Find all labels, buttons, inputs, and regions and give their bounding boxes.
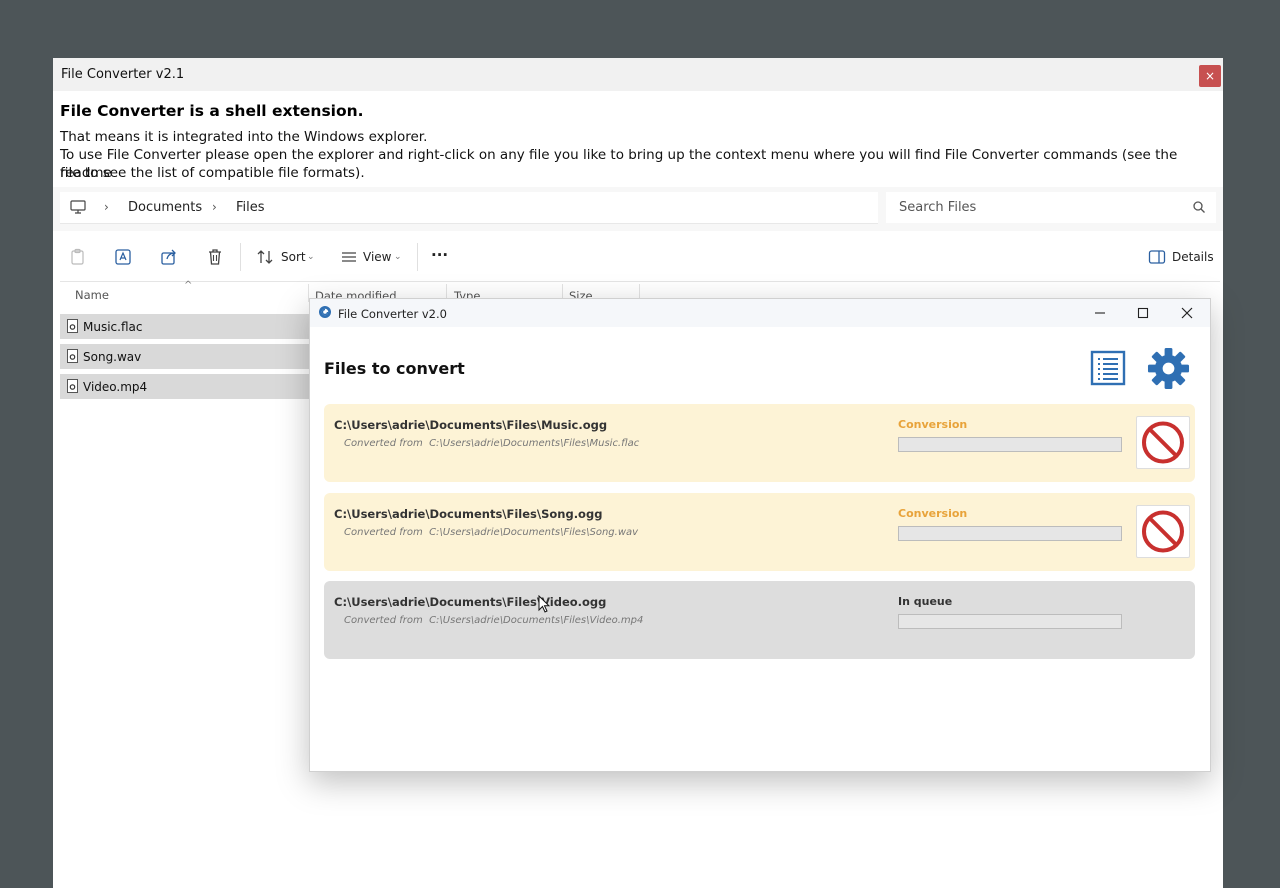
explorer-toolbar: Sort ⌄ View ⌄ ··· Details bbox=[60, 233, 1220, 282]
audio-file-icon bbox=[67, 319, 78, 333]
job-progress-bar bbox=[898, 437, 1122, 452]
cancel-conversion-button[interactable] bbox=[1136, 505, 1190, 558]
details-button[interactable]: Details bbox=[1172, 250, 1214, 264]
file-row[interactable]: Video.mp4 bbox=[60, 374, 320, 399]
details-pane-icon[interactable] bbox=[1148, 248, 1166, 266]
job-output-path: C:\Users\adrie\Documents\Files\Music.ogg bbox=[334, 418, 608, 432]
file-name: Music.flac bbox=[83, 320, 143, 334]
column-header-name[interactable]: Name bbox=[75, 288, 109, 302]
more-options-button[interactable]: ··· bbox=[431, 246, 448, 264]
main-window-title: File Converter v2.1 bbox=[61, 67, 185, 82]
job-source: Converted from C:\Users\adrie\Documents\… bbox=[344, 438, 639, 449]
file-name: Song.wav bbox=[83, 350, 142, 364]
job-progress-bar bbox=[898, 526, 1122, 541]
sort-icon[interactable] bbox=[255, 247, 275, 267]
job-output-path: C:\Users\adrie\Documents\Files\Song.ogg bbox=[334, 507, 603, 521]
conversion-list-icon[interactable] bbox=[1090, 350, 1126, 386]
audio-file-icon bbox=[67, 349, 78, 363]
intro-line-3: file to see the list of compatible file … bbox=[60, 165, 365, 181]
cancel-prohibited-icon bbox=[1142, 510, 1184, 553]
job-progress-bar bbox=[898, 614, 1122, 629]
maximize-icon[interactable] bbox=[1133, 303, 1153, 323]
cancel-prohibited-icon bbox=[1142, 421, 1184, 464]
share-icon[interactable] bbox=[159, 247, 179, 267]
job-source-path: C:\Users\adrie\Documents\Files\Music.fla… bbox=[429, 438, 640, 449]
breadcrumb-chevron-icon: › bbox=[212, 200, 217, 214]
job-source-label: Converted from bbox=[344, 438, 423, 449]
toolbar-separator bbox=[417, 243, 418, 271]
file-converter-logo-icon bbox=[319, 306, 331, 318]
breadcrumb-chevron-icon: › bbox=[104, 200, 109, 214]
conversion-job: C:\Users\adrie\Documents\Files\Music.ogg… bbox=[324, 404, 1195, 482]
video-file-icon bbox=[67, 379, 78, 393]
toolbar-separator bbox=[240, 243, 241, 271]
job-output-path: C:\Users\adrie\Documents\Files\Video.ogg bbox=[334, 595, 607, 609]
close-icon[interactable] bbox=[1177, 303, 1197, 323]
search-icon bbox=[1193, 201, 1205, 213]
intro-line-1: That means it is integrated into the Win… bbox=[60, 129, 428, 145]
sort-button[interactable]: Sort bbox=[281, 250, 306, 264]
intro-heading: File Converter is a shell extension. bbox=[60, 102, 364, 120]
breadcrumb-documents[interactable]: Documents bbox=[128, 200, 202, 215]
job-source-path: C:\Users\adrie\Documents\Files\Song.wav bbox=[429, 527, 639, 538]
file-name: Video.mp4 bbox=[83, 380, 148, 394]
cancel-conversion-button[interactable] bbox=[1136, 416, 1190, 469]
files-to-convert-heading: Files to convert bbox=[324, 359, 465, 378]
job-source-label: Converted from bbox=[344, 615, 423, 626]
job-status: In queue bbox=[898, 595, 953, 608]
job-source: Converted from C:\Users\adrie\Documents\… bbox=[344, 615, 643, 626]
this-pc-icon bbox=[70, 200, 86, 214]
conversion-job: C:\Users\adrie\Documents\Files\Video.ogg… bbox=[324, 581, 1195, 659]
progress-window-titlebar: File Converter v2.0 bbox=[310, 299, 1210, 327]
file-row[interactable]: Music.flac bbox=[60, 314, 320, 339]
view-icon[interactable] bbox=[339, 247, 359, 267]
rename-icon[interactable] bbox=[113, 247, 133, 267]
job-status: Conversion bbox=[898, 418, 968, 431]
job-source-path: C:\Users\adrie\Documents\Files\Video.mp4 bbox=[429, 615, 644, 626]
sort-ascending-icon: ^ bbox=[184, 280, 193, 291]
explorer-address-bar[interactable]: › Documents › Files bbox=[60, 192, 878, 224]
main-window-titlebar: File Converter v2.1 × bbox=[53, 58, 1223, 91]
file-row[interactable]: Song.wav bbox=[60, 344, 320, 369]
view-chevron-down-icon: ⌄ bbox=[394, 252, 402, 262]
progress-window-title: File Converter v2.0 bbox=[338, 307, 447, 321]
delete-icon[interactable] bbox=[205, 247, 225, 267]
sort-chevron-down-icon: ⌄ bbox=[307, 252, 315, 262]
minimize-icon[interactable] bbox=[1090, 303, 1110, 323]
explorer-search-input[interactable]: Search Files bbox=[886, 192, 1216, 223]
settings-gear-icon[interactable] bbox=[1147, 347, 1190, 390]
breadcrumb-files[interactable]: Files bbox=[236, 200, 265, 215]
paste-icon[interactable] bbox=[68, 247, 88, 267]
search-placeholder: Search Files bbox=[899, 200, 977, 215]
job-source: Converted from C:\Users\adrie\Documents\… bbox=[344, 527, 638, 538]
job-source-label: Converted from bbox=[344, 527, 423, 538]
mouse-cursor-icon bbox=[538, 595, 550, 613]
conversion-job: C:\Users\adrie\Documents\Files\Song.ogg … bbox=[324, 493, 1195, 571]
main-window-close-button[interactable]: × bbox=[1199, 65, 1221, 87]
view-button[interactable]: View bbox=[363, 250, 391, 264]
file-converter-progress-window: File Converter v2.0 Files to convert C:\… bbox=[309, 298, 1211, 772]
job-status: Conversion bbox=[898, 507, 968, 520]
